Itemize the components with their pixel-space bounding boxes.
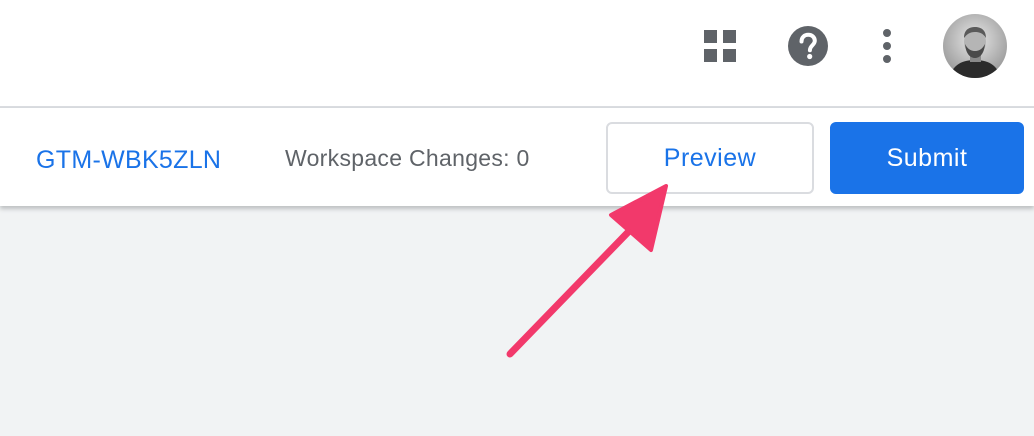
user-avatar[interactable] [943, 14, 1007, 78]
submit-button[interactable]: Submit [830, 122, 1024, 194]
container-id-link[interactable]: GTM-WBK5ZLN [36, 146, 221, 175]
preview-button[interactable]: Preview [606, 122, 814, 194]
help-icon[interactable] [786, 24, 830, 68]
top-app-bar [0, 0, 1034, 108]
workspace-changes-count: Workspace Changes: 0 [285, 145, 530, 171]
workspace-toolbar: GTM-WBK5ZLN Workspace Changes: 0 Preview… [0, 108, 1034, 206]
gtm-page: GTM-WBK5ZLN Workspace Changes: 0 Preview… [0, 0, 1034, 436]
more-vert-icon[interactable] [870, 26, 904, 66]
apps-grid-icon[interactable] [700, 26, 740, 66]
